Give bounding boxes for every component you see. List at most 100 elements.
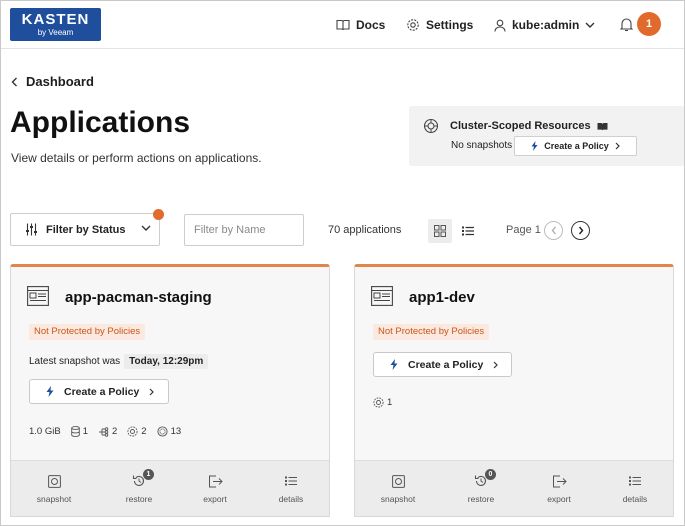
settings-link[interactable]: Settings	[406, 16, 473, 34]
page-subtitle: View details or perform actions on appli…	[11, 151, 262, 165]
grid-icon	[434, 225, 446, 237]
lightning-icon	[531, 141, 538, 151]
chevron-right-icon	[149, 388, 155, 395]
details-action[interactable]: details	[605, 471, 665, 504]
create-policy-label: Create a Policy	[64, 385, 140, 398]
stat-size: 1.0 GiB	[29, 426, 61, 437]
restore-action[interactable]: 0 restore	[451, 469, 511, 504]
kasten-logo[interactable]: KASTEN by Veeam	[10, 8, 101, 41]
app-name[interactable]: app1-dev	[409, 289, 475, 306]
restore-action[interactable]: 1 restore	[109, 469, 169, 504]
cluster-scoped-panel: Cluster-Scoped Resources No snapshots Cr…	[409, 106, 684, 166]
export-icon	[208, 475, 223, 487]
export-action[interactable]: export	[529, 471, 589, 504]
export-label: export	[203, 494, 227, 504]
book-icon	[597, 122, 608, 130]
details-label: details	[278, 494, 304, 504]
latest-snapshot-time: Today, 12:29pm	[124, 354, 209, 369]
snapshot-action[interactable]: snapshot	[24, 471, 84, 504]
snapshot-label: snapshot	[36, 494, 72, 504]
notification-badge[interactable]: 1	[637, 12, 661, 36]
filter-by-name-input[interactable]	[184, 214, 304, 246]
workload-icon	[98, 426, 109, 437]
export-icon	[552, 475, 567, 487]
list-icon	[462, 226, 474, 236]
book-icon	[336, 19, 350, 31]
bell-icon[interactable]	[620, 17, 633, 32]
cluster-title[interactable]: Cluster-Scoped Resources	[450, 120, 608, 132]
application-icon	[27, 286, 49, 306]
stat-resources: 13	[157, 426, 182, 437]
user-label: kube:admin	[512, 18, 580, 32]
restore-count-badge: 1	[143, 469, 154, 480]
app-card: app-pacman-staging Not Protected by Poli…	[10, 264, 330, 517]
create-policy-button[interactable]: Create a Policy	[29, 379, 169, 404]
export-label: export	[547, 494, 571, 504]
chevron-down-icon	[141, 225, 151, 231]
latest-snapshot: Latest snapshot was Today, 12:29pm	[29, 354, 209, 369]
user-menu[interactable]: kube:admin	[494, 16, 595, 34]
list-icon	[285, 476, 297, 486]
app-stats: 1.0 GiB 1 2 2 13	[29, 426, 181, 437]
app-card: app1-dev Not Protected by Policies Creat…	[354, 264, 674, 517]
details-action[interactable]: details	[261, 471, 321, 504]
snapshot-icon	[47, 474, 61, 488]
app-card-actions: snapshot 0 restore export details	[355, 460, 673, 516]
previous-page-button[interactable]	[544, 221, 563, 240]
application-count: 70 applications	[328, 224, 402, 236]
gear-icon	[407, 19, 419, 31]
next-page-button[interactable]	[571, 221, 590, 240]
app-card-body: app1-dev Not Protected by Policies Creat…	[355, 267, 673, 461]
stat-services: 2	[127, 426, 147, 437]
page-indicator: Page 1	[506, 224, 541, 236]
filter-by-status-label: Filter by Status	[46, 223, 126, 236]
stat-volumes: 1	[70, 426, 88, 437]
filter-active-dot	[153, 209, 164, 220]
create-policy-button[interactable]: Create a Policy	[373, 352, 512, 377]
app-card-actions: snapshot 1 restore export details	[11, 460, 329, 516]
latest-snapshot-label: Latest snapshot was	[29, 356, 121, 367]
chevron-left-icon	[11, 77, 17, 86]
lightning-icon	[46, 386, 54, 397]
grid-view-button[interactable]	[428, 219, 452, 243]
chevron-down-icon	[585, 22, 595, 28]
app-card-body: app-pacman-staging Not Protected by Poli…	[11, 267, 329, 461]
app-name[interactable]: app-pacman-staging	[65, 289, 212, 306]
breadcrumb-label: Dashboard	[26, 74, 94, 89]
stat-services-value: 2	[141, 426, 147, 437]
chevron-right-icon	[493, 361, 499, 368]
breadcrumb[interactable]: Dashboard	[11, 74, 94, 89]
sliders-icon	[26, 223, 37, 236]
filter-by-status-dropdown[interactable]: Filter by Status	[10, 213, 160, 246]
stat-services-value: 1	[387, 397, 393, 408]
stat-size-value: 1.0 GiB	[29, 426, 61, 437]
cluster-icon	[423, 118, 439, 134]
service-icon	[373, 397, 384, 408]
snapshot-action[interactable]: snapshot	[368, 471, 428, 504]
export-action[interactable]: export	[185, 471, 245, 504]
list-icon	[629, 476, 641, 486]
docs-label: Docs	[356, 18, 386, 32]
stat-workloads: 2	[98, 426, 117, 437]
protection-status-badge: Not Protected by Policies	[373, 324, 490, 340]
chevron-left-icon	[551, 226, 556, 235]
chevron-right-icon	[578, 226, 583, 235]
create-policy-label: Create a Policy	[408, 358, 484, 371]
snapshot-icon	[391, 474, 405, 488]
cluster-create-policy-label: Create a Policy	[544, 141, 609, 151]
docs-link[interactable]: Docs	[336, 16, 385, 34]
list-view-button[interactable]	[456, 219, 480, 243]
service-icon	[127, 426, 138, 437]
cluster-create-policy-button[interactable]: Create a Policy	[514, 136, 637, 156]
stat-resources-value: 13	[170, 426, 182, 437]
restore-label: restore	[467, 494, 495, 504]
restore-label: restore	[125, 494, 153, 504]
cluster-title-label: Cluster-Scoped Resources	[450, 120, 591, 132]
lightning-icon	[390, 359, 398, 370]
logo-line2: by Veeam	[37, 28, 74, 37]
details-label: details	[622, 494, 648, 504]
logo-line1: KASTEN	[21, 11, 90, 28]
top-header: KASTEN by Veeam Docs Settings kube:admin…	[1, 1, 684, 49]
stat-volumes-value: 1	[82, 426, 88, 437]
settings-label: Settings	[426, 18, 474, 32]
